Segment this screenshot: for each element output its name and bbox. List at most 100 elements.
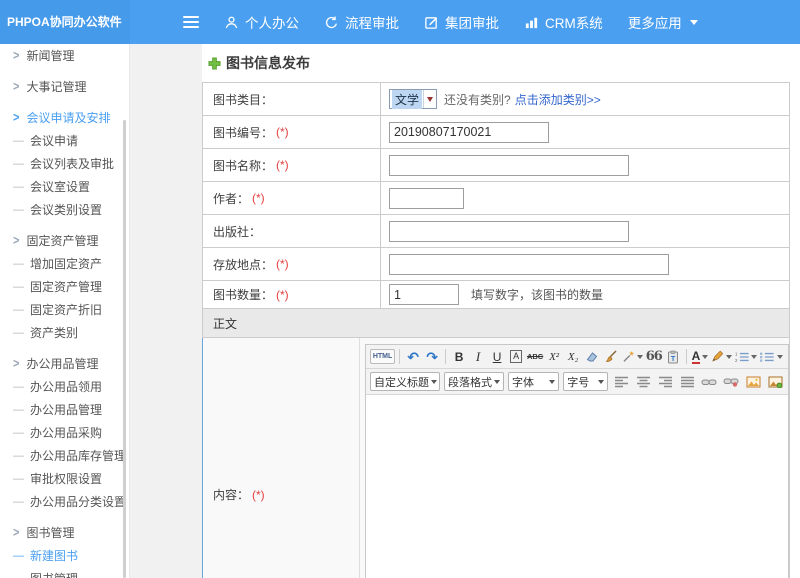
sidebar-group-office-supplies[interactable]: >办公用品管理 [13,352,129,375]
insert-link-button[interactable] [700,372,718,391]
chevron-down-icon [431,380,437,384]
nav-item-more-apps[interactable]: 更多应用 [628,12,698,32]
sidebar-item-new-book[interactable]: —新建图书 [13,544,129,567]
sidebar-item-asset-manage[interactable]: —固定资产管理 [13,275,129,298]
ordered-list-button[interactable]: 12 [734,347,759,366]
paste-as-text-button[interactable]: T [664,347,682,366]
nav-item-crm-system[interactable]: CRM系统 [524,12,603,32]
sidebar-group-memorabilia[interactable]: >大事记管理 [13,75,129,98]
superscript-button[interactable]: X² [545,347,563,366]
sidebar-item-meeting-room[interactable]: —会议室设置 [13,175,129,198]
subscript-button[interactable]: X₂ [564,347,582,366]
bar-chart-icon [524,15,539,30]
undo-button[interactable]: ↶ [404,347,422,366]
align-justify-icon [680,376,695,388]
auto-typeset-button[interactable] [621,347,644,366]
bold-button[interactable]: B [450,347,468,366]
field-label: 图书数量： [213,286,273,303]
editor-content-area[interactable] [366,395,788,578]
html-source-button[interactable]: HTML [370,349,395,364]
chevron-down-icon [702,355,708,359]
add-category-link[interactable]: 点击添加类别>> [515,91,601,108]
media-icon [768,376,783,388]
sidebar-item-supplies-manage[interactable]: —办公用品管理 [13,398,129,421]
align-right-icon [658,376,673,388]
paragraph-format-dropdown[interactable]: 段落格式 [444,372,504,391]
author-input[interactable] [389,188,464,209]
book-name-input[interactable] [389,155,629,176]
sidebar-item-add-asset[interactable]: —增加固定资产 [13,252,129,275]
category-select[interactable]: 文学 [389,89,437,109]
align-right-button[interactable] [656,372,674,391]
sidebar-group-news[interactable]: >新闻管理 [13,44,129,67]
italic-button[interactable]: I [469,347,487,366]
chevron-down-icon [690,20,698,25]
nav-item-label: 流程审批 [345,12,399,32]
sidebar-item-meeting-list[interactable]: —会议列表及审批 [13,152,129,175]
blockquote-button[interactable]: 66 [645,347,663,366]
link-icon [701,377,717,387]
highlight-pen-button[interactable] [710,347,733,366]
publisher-input[interactable] [389,221,629,242]
required-mark: (*) [276,158,289,172]
sidebar-item-supplies-category[interactable]: —办公用品分类设置 [13,490,129,513]
sidebar-group-fixed-assets[interactable]: >固定资产管理 [13,229,129,252]
nav-menu: 个人办公 流程审批 集团审批 CRM系统 更多应用 [183,0,698,44]
sidebar-item-meeting-apply[interactable]: —会议申请 [13,129,129,152]
nav-item-group-approval[interactable]: 集团审批 [424,12,499,32]
align-center-button[interactable] [634,372,652,391]
form-row-name: 图书名称：(*) [202,149,789,182]
font-style-button[interactable]: A [507,347,525,366]
remove-link-button[interactable] [722,372,740,391]
field-label: 存放地点： [213,256,273,273]
form-row-content: 内容：(*) HTML ↶ ↷ B I U A [202,338,789,578]
required-mark: (*) [276,288,289,302]
editor-toolbar-row2: 自定义标题 段落格式 字体 字号 [366,369,788,395]
unordered-list-button[interactable] [759,347,784,366]
book-code-input[interactable] [389,122,549,143]
align-justify-button[interactable] [678,372,696,391]
highlighter-icon [711,350,724,363]
category-selected-value: 文学 [392,90,422,109]
sidebar-group-meeting[interactable]: >会议申请及安排 [13,106,129,129]
chevron-right-icon: > [13,110,19,124]
required-mark: (*) [252,191,265,205]
sidebar-item-book-manage[interactable]: —图书管理 [13,567,129,578]
strikethrough-button[interactable]: ABC [526,347,544,366]
nav-item-personal-office[interactable]: 个人办公 [224,12,299,32]
chevron-right-icon: > [13,356,19,370]
sidebar-item-approval-permission[interactable]: —审批权限设置 [13,467,129,490]
sidebar-scrollbar-thumb[interactable] [123,120,126,578]
sidebar-item-supplies-purchase[interactable]: —办公用品采购 [13,421,129,444]
form-row-publisher: 出版社： [202,215,789,248]
font-family-dropdown[interactable]: 字体 [508,372,559,391]
menu-toggle-icon[interactable] [183,16,199,28]
sidebar-item-meeting-category[interactable]: —会议类别设置 [13,198,129,221]
location-input[interactable] [389,254,669,275]
font-size-dropdown[interactable]: 字号 [563,372,608,391]
eraser-button[interactable] [583,347,601,366]
sidebar-item-asset-category[interactable]: —资产类别 [13,321,129,344]
nav-item-workflow-approval[interactable]: 流程审批 [324,12,399,32]
underline-button[interactable]: U [488,347,506,366]
field-label: 图书类目： [213,91,273,108]
user-icon [224,15,239,30]
sidebar-item-supplies-stock[interactable]: —办公用品库存管理 [13,444,129,467]
insert-media-button[interactable] [766,372,784,391]
quantity-input[interactable] [389,284,459,305]
sidebar-item-asset-depreciation[interactable]: —固定资产折旧 [13,298,129,321]
select-arrow-icon [423,90,436,108]
chevron-down-icon [494,380,500,384]
chevron-down-icon [549,380,555,384]
sidebar-item-supplies-claim[interactable]: —办公用品领用 [13,375,129,398]
redo-button[interactable]: ↷ [423,347,441,366]
undo-icon: ↶ [407,350,419,364]
align-left-button[interactable] [612,372,630,391]
sidebar-group-books[interactable]: >图书管理 [13,521,129,544]
custom-heading-dropdown[interactable]: 自定义标题 [370,372,440,391]
app-logo[interactable]: PHPOA协同办公软件 [0,0,130,44]
format-brush-button[interactable] [602,347,620,366]
font-color-button[interactable]: A [691,347,709,366]
insert-image-button[interactable] [744,372,762,391]
chevron-right-icon: > [13,233,19,247]
